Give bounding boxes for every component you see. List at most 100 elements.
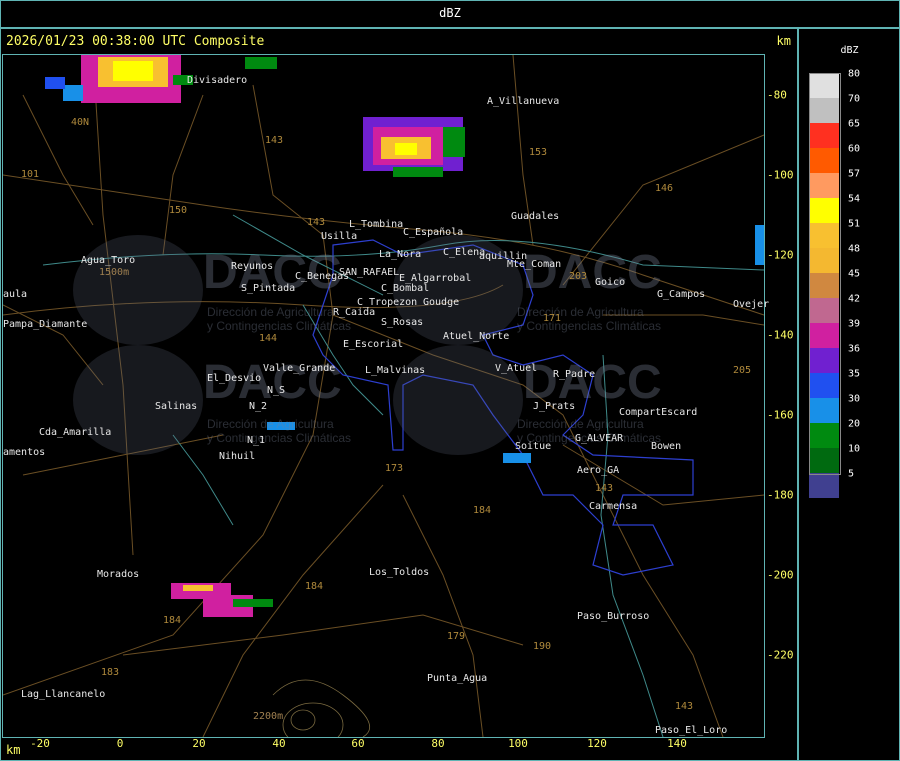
- x-axis-unit: km: [6, 743, 21, 757]
- legend-label: 39: [848, 318, 861, 330]
- place-label: R_Padre: [553, 369, 596, 380]
- road-number: 203: [569, 271, 588, 282]
- legend-label: 80: [848, 68, 861, 80]
- place-label: Divisadero: [187, 75, 248, 86]
- legend-label: 35: [848, 368, 861, 380]
- place-label: Agua_Toro: [81, 255, 136, 266]
- place-label: V_Atuel: [495, 363, 538, 374]
- x-tick: 140: [667, 737, 687, 750]
- legend-frame: [809, 73, 841, 475]
- place-label: Ovejer: [733, 299, 770, 310]
- place-label: S_Rosas: [381, 317, 424, 328]
- legend-label: 60: [848, 143, 861, 155]
- x-tick: 80: [431, 737, 445, 750]
- place-label: C_Bombal: [381, 283, 430, 294]
- dbz-legend: dBZ 80 70 65 60 57 54 51 48 45 42 39 36 35 30 20 10 5: [799, 29, 900, 761]
- y-tick: -200: [767, 568, 794, 582]
- place-label: amentos: [3, 447, 46, 458]
- y-axis-unit: km: [776, 34, 791, 48]
- title-bar: dBZ: [0, 0, 900, 29]
- legend-label: 70: [848, 93, 861, 105]
- place-label: Usilla: [321, 231, 358, 242]
- place-label: Morados: [97, 569, 140, 580]
- place-label: G_Campos: [657, 289, 706, 300]
- legend-label: 45: [848, 268, 861, 280]
- legend-label: 57: [848, 168, 861, 180]
- legend-label: 48: [848, 243, 861, 255]
- place-label: Cda_Amarilla: [39, 427, 112, 438]
- road-number: 190: [533, 641, 552, 652]
- place-label: N_2: [249, 401, 268, 412]
- place-label: Bowen: [651, 441, 682, 452]
- radar-plot-area[interactable]: DACC Dirección de Agricultura y Continge…: [2, 54, 769, 738]
- watermark-line2: y Contingencias Climáticas: [207, 319, 352, 333]
- legend-label: 54: [848, 193, 861, 205]
- road-number: 144: [259, 333, 278, 344]
- place-label: N_1: [247, 435, 266, 446]
- y-tick: -160: [767, 408, 794, 422]
- place-label: Aero_GA: [577, 465, 620, 476]
- watermark-line1: Dirección de Agricultura: [207, 417, 334, 431]
- watermark-brand: DACC: [523, 246, 662, 299]
- legend-label: 65: [848, 118, 861, 130]
- legend-swatch: [809, 473, 839, 498]
- road-number: 150: [169, 205, 188, 216]
- road-number: 143: [265, 135, 284, 146]
- road-number: 146: [655, 183, 674, 194]
- place-label: SAN_RAFAEL: [339, 267, 400, 278]
- y-tick: -220: [767, 648, 794, 662]
- radar-map-panel[interactable]: 2026/01/23 00:38:00 UTC Composite km km: [0, 29, 799, 761]
- place-label: El_Desvio: [207, 373, 262, 384]
- road-number: 184: [473, 505, 492, 516]
- road-number: 143: [307, 217, 326, 228]
- place-label: Punta_Agua: [427, 673, 488, 684]
- place-label: Goudge: [423, 297, 460, 308]
- road-number: 173: [385, 463, 404, 474]
- x-tick: 40: [272, 737, 286, 750]
- place-label: 2200m: [253, 711, 284, 722]
- legend-label: 10: [848, 443, 861, 455]
- road-number: 183: [101, 667, 120, 678]
- place-label: Valle_Grande: [263, 363, 336, 374]
- x-tick: -20: [30, 737, 50, 750]
- legend-label: 20: [848, 418, 861, 430]
- place-label: G_ALVEAR: [575, 433, 624, 444]
- place-label: La_Nora: [379, 249, 422, 260]
- place-label: Carmensa: [589, 501, 638, 512]
- place-label: E_Escorial: [343, 339, 404, 350]
- place-label: J_Prats: [533, 401, 576, 412]
- road-number: 184: [305, 581, 324, 592]
- place-label: Pampa_Diamante: [3, 319, 88, 330]
- x-tick: 120: [587, 737, 607, 750]
- timestamp-label: 2026/01/23 00:38:00 UTC Composite: [6, 34, 265, 49]
- road-number: 40N: [71, 117, 90, 128]
- place-label: Mte_Coman: [507, 259, 562, 270]
- dacc-logo-icon: [393, 345, 523, 455]
- place-label: Reyunos: [231, 261, 274, 272]
- legend-label: 36: [848, 343, 861, 355]
- y-tick: -140: [767, 328, 794, 342]
- road-number: 143: [595, 483, 614, 494]
- y-tick: -180: [767, 488, 794, 502]
- y-tick: -100: [767, 168, 794, 182]
- road-number: 143: [675, 701, 694, 712]
- place-label: Goico: [595, 277, 626, 288]
- y-tick: -120: [767, 248, 794, 262]
- terrain-contours: [272, 679, 371, 737]
- place-label: C_Española: [403, 227, 464, 238]
- watermark-line2: y Contingencias Climáticas: [207, 431, 352, 445]
- legend-label: 51: [848, 218, 861, 230]
- legend-label: 5: [848, 468, 855, 480]
- place-label: N_S: [267, 385, 286, 396]
- place-label: Nihuil: [219, 451, 256, 462]
- place-label: aula: [3, 289, 28, 300]
- title-bar-label: dBZ: [439, 6, 461, 20]
- road-number: 205: [733, 365, 752, 376]
- place-label: 1500m: [99, 267, 130, 278]
- y-tick: -80: [767, 88, 787, 102]
- road-number: 184: [163, 615, 182, 626]
- watermark-line1: Dirección de Agricultura: [207, 305, 334, 319]
- place-label: L_Tombina: [349, 219, 404, 230]
- place-label: C_Tropezon: [357, 297, 418, 308]
- place-label: S_Pintada: [241, 283, 296, 294]
